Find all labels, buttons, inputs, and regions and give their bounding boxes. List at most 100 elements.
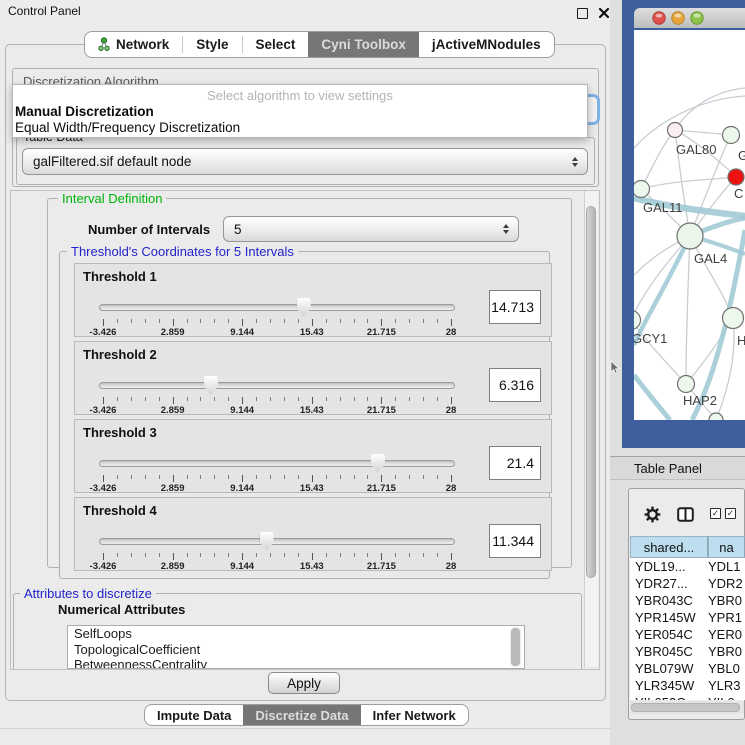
tick-mark	[131, 319, 132, 323]
tab-discretize-data[interactable]: Discretize Data	[243, 705, 360, 725]
algorithm-option-1[interactable]: Manual Discretization	[15, 104, 154, 119]
table-column-header[interactable]: na	[708, 536, 745, 558]
column-layout-icon[interactable]	[677, 507, 694, 522]
tick-mark	[242, 397, 243, 404]
tab-infer-network[interactable]: Infer Network	[361, 705, 468, 725]
tab-impute-data[interactable]: Impute Data	[145, 705, 243, 725]
slider-track[interactable]	[99, 460, 455, 467]
table-row[interactable]: YIL052CYIL0	[630, 694, 745, 700]
slider-track[interactable]	[99, 304, 455, 311]
tick-mark	[159, 319, 160, 323]
tick-mark	[312, 475, 313, 482]
tab-jactivemnodules[interactable]: jActiveMNodules	[419, 32, 554, 57]
network-node[interactable]	[634, 181, 650, 198]
network-edge[interactable]	[675, 88, 745, 130]
network-node[interactable]	[668, 123, 683, 138]
tick-mark	[354, 553, 355, 557]
threshold-slider[interactable]: -3.4262.8599.14415.4321.71528	[95, 298, 459, 338]
table-row[interactable]: YBL079WYBL0	[630, 660, 745, 677]
tick-mark	[409, 397, 410, 401]
float-window-icon[interactable]	[577, 8, 588, 19]
network-node[interactable]	[728, 169, 744, 185]
network-edge[interactable]	[641, 177, 736, 189]
threshold-slider[interactable]: -3.4262.8599.14415.4321.71528	[95, 454, 459, 494]
tick-mark	[451, 553, 452, 560]
tick-label: 28	[446, 561, 457, 572]
algorithm-option-2[interactable]: Equal Width/Frequency Discretization	[15, 120, 240, 135]
attributes-scrollbar-thumb[interactable]	[511, 628, 520, 666]
table-row[interactable]: YDR27...YDR2	[630, 575, 745, 592]
control-panel-tabbar: NetworkStyleSelectCyni ToolboxjActiveMNo…	[84, 31, 555, 58]
slider-thumb[interactable]	[260, 532, 274, 551]
table-column-header[interactable]: shared...	[630, 536, 708, 558]
network-edge[interactable]	[641, 130, 675, 189]
tick-mark	[381, 319, 382, 326]
table-hscrollbar-thumb[interactable]	[631, 703, 740, 712]
tab-network[interactable]: Network	[85, 32, 182, 57]
threshold-value-field[interactable]: 21.4	[489, 446, 541, 480]
slider-track[interactable]	[99, 538, 455, 545]
table-data-combo[interactable]: galFiltered.sif default node	[22, 148, 588, 175]
table-row[interactable]: YBR043CYBR0	[630, 592, 745, 609]
network-node[interactable]	[634, 311, 641, 330]
divider	[0, 728, 610, 729]
tick-mark	[354, 397, 355, 401]
tick-mark	[298, 553, 299, 557]
tab-cyni-toolbox[interactable]: Cyni Toolbox	[308, 32, 419, 57]
checkbox-icon[interactable]: ✓	[710, 508, 721, 519]
tick-mark	[451, 397, 452, 404]
tick-mark	[200, 475, 201, 479]
tick-mark	[423, 553, 424, 557]
tick-mark	[145, 475, 146, 479]
attribute-item[interactable]: TopologicalCoefficient	[68, 642, 524, 658]
network-node[interactable]	[677, 223, 703, 249]
slider-thumb[interactable]	[204, 376, 218, 395]
tab-label: Discretize Data	[255, 708, 348, 723]
traffic-lights	[634, 8, 745, 28]
tick-mark	[117, 475, 118, 479]
tab-style[interactable]: Style	[183, 32, 241, 57]
table-row[interactable]: YDL19...YDL1	[630, 558, 745, 575]
checkbox-icon[interactable]: ✓	[725, 508, 736, 519]
threshold-value-field[interactable]: 6.316	[489, 368, 541, 402]
attribute-item[interactable]: BetweennessCentrality	[68, 657, 524, 669]
table-cell: YBL0	[708, 661, 740, 676]
close-icon[interactable]	[598, 7, 610, 19]
tick-mark	[103, 319, 104, 326]
tick-mark	[159, 553, 160, 557]
network-window-titlebar[interactable]	[634, 8, 745, 28]
network-edge[interactable]	[686, 236, 690, 384]
slider-tick-labels: -3.4262.8599.14415.4321.71528	[95, 483, 459, 495]
table-rows: YDL19...YDL1YDR27...YDR2YBR043CYBR0YPR14…	[630, 558, 745, 700]
network-node[interactable]	[723, 308, 744, 329]
tick-label: 2.859	[161, 561, 185, 572]
network-node[interactable]	[678, 376, 695, 393]
table-row[interactable]: YPR145WYPR1	[630, 609, 745, 626]
apply-button[interactable]: Apply	[268, 672, 340, 694]
slider-thumb[interactable]	[297, 298, 311, 317]
tick-mark	[187, 397, 188, 401]
number-of-intervals-combo[interactable]: 5	[223, 216, 519, 242]
tick-mark	[117, 553, 118, 557]
threshold-value-field[interactable]: 14.713	[489, 290, 541, 324]
threshold-value-field[interactable]: 11.344	[489, 524, 541, 558]
tick-mark	[145, 397, 146, 401]
slider-thumb[interactable]	[371, 454, 385, 473]
slider-tick-labels: -3.4262.8599.14415.4321.71528	[95, 405, 459, 417]
table-row[interactable]: YER054CYER0	[630, 626, 745, 643]
settings-gear-icon[interactable]	[644, 506, 661, 523]
slider-track[interactable]	[99, 382, 455, 389]
table-row[interactable]: YLR345WYLR3	[630, 677, 745, 694]
threshold-slider[interactable]: -3.4262.8599.14415.4321.71528	[95, 376, 459, 416]
attribute-item[interactable]: SelfLoops	[68, 626, 524, 642]
network-canvas[interactable]: GAL80GACGAL11GAL4GCY1HHAP2	[634, 30, 745, 420]
tab-select[interactable]: Select	[243, 32, 309, 57]
threshold-slider[interactable]: -3.4262.8599.14415.4321.71528	[95, 532, 459, 572]
network-edge-highlighted[interactable]	[634, 375, 670, 420]
table-header-row: shared...na	[630, 536, 745, 558]
table-row[interactable]: YBR045CYBR0	[630, 643, 745, 660]
network-node[interactable]	[723, 127, 740, 144]
threshold-label: Threshold 3	[83, 425, 157, 440]
main-scrollbar-thumb[interactable]	[586, 206, 596, 578]
tick-mark	[187, 475, 188, 479]
